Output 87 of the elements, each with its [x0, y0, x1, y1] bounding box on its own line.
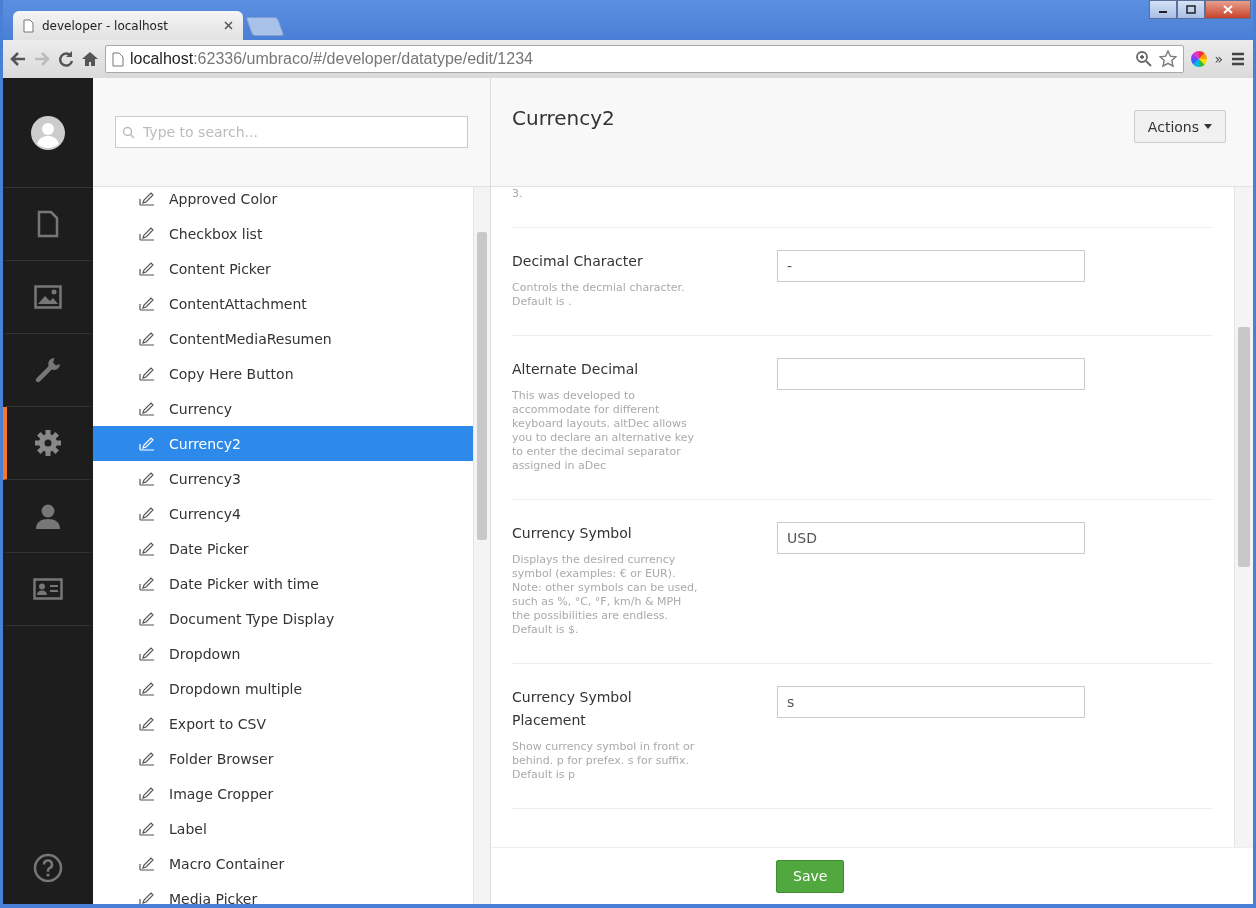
- tree-item[interactable]: Copy Here Button: [93, 356, 473, 391]
- input-field[interactable]: USD: [777, 522, 1085, 554]
- tree-item[interactable]: Macro Container: [93, 846, 473, 881]
- pencil-icon: [139, 576, 155, 591]
- pencil-icon: [139, 331, 155, 346]
- tree-item[interactable]: Currency3: [93, 461, 473, 496]
- pencil-icon: [139, 401, 155, 416]
- zoom-icon[interactable]: [1135, 50, 1154, 68]
- field-description: Show currency symbol in front or behind. p for prefex. s for suffix. Default is p: [512, 740, 696, 782]
- tree-item[interactable]: Date Picker: [93, 531, 473, 566]
- pencil-icon: [139, 366, 155, 381]
- pencil-icon: [139, 821, 155, 836]
- maximize-icon: [1186, 5, 1196, 14]
- pencil-icon: [139, 716, 155, 731]
- tree-item[interactable]: Currency4: [93, 496, 473, 531]
- pencil-icon: [139, 436, 155, 451]
- field-description: Controls the decmial character. Default is .: [512, 281, 686, 309]
- pencil-icon: [139, 891, 155, 904]
- tree-item[interactable]: Document Type Display: [93, 601, 473, 636]
- tree-item[interactable]: Checkbox list: [93, 216, 473, 251]
- tree-item[interactable]: Media Picker: [93, 881, 473, 904]
- image-icon: [34, 285, 62, 309]
- scrollbar[interactable]: [1234, 187, 1253, 847]
- tree-item[interactable]: Folder Browser: [93, 741, 473, 776]
- scrollbar[interactable]: [473, 187, 490, 904]
- minimize-button[interactable]: [1149, 0, 1177, 19]
- tree-item[interactable]: Image Cropper: [93, 776, 473, 811]
- input-field[interactable]: -: [777, 250, 1085, 282]
- tree-item[interactable]: Date Picker with time: [93, 566, 473, 601]
- star-icon[interactable]: [1159, 50, 1178, 68]
- field-label: Currency Symbol Placement: [512, 688, 633, 730]
- pencil-icon: [139, 261, 155, 276]
- search-icon: [122, 126, 135, 139]
- field-label: Currency Symbol: [512, 524, 633, 543]
- color-wheel-icon[interactable]: [1190, 50, 1209, 68]
- field-description: Displays the desired currency symbol (examples: € or EUR). Note: other symbols can be used, such as %, °C, °F, km/h & MPH the possibilities are endless. Default is $.: [512, 553, 699, 637]
- page-title: Currency2: [512, 106, 615, 130]
- page-icon: [23, 18, 34, 33]
- pencil-icon: [139, 226, 155, 241]
- pencil-icon: [139, 611, 155, 626]
- page-icon: [112, 51, 124, 67]
- pencil-icon: [139, 506, 155, 521]
- reload-icon[interactable]: [57, 50, 75, 68]
- close-icon: [1223, 5, 1233, 14]
- extensions-overflow[interactable]: »: [1214, 51, 1223, 67]
- tree-item[interactable]: Label: [93, 811, 473, 846]
- help-icon[interactable]: [33, 852, 63, 883]
- document-icon: [37, 210, 59, 238]
- tree-item[interactable]: Currency: [93, 391, 473, 426]
- search-field[interactable]: Type to search...: [115, 116, 468, 148]
- input-field[interactable]: s: [777, 686, 1085, 718]
- field-label: Decimal Character: [512, 252, 644, 271]
- tree-item[interactable]: Currency2: [93, 426, 473, 461]
- tree-item[interactable]: ContentAttachment: [93, 286, 473, 321]
- tree-item[interactable]: Approved Color: [93, 187, 473, 216]
- tree-item[interactable]: Dropdown multiple: [93, 671, 473, 706]
- pencil-icon: [139, 786, 155, 801]
- tree-item[interactable]: Dropdown: [93, 636, 473, 671]
- tree-item[interactable]: Content Picker: [93, 251, 473, 286]
- close-icon[interactable]: [224, 21, 233, 30]
- tree-item[interactable]: ContentMediaResumen: [93, 321, 473, 356]
- browser-tab[interactable]: developer - localhost: [13, 11, 243, 40]
- field-description: 3.: [512, 187, 523, 200]
- pencil-icon: [139, 471, 155, 486]
- pencil-icon: [139, 751, 155, 766]
- pencil-icon: [139, 191, 155, 206]
- pencil-icon: [139, 681, 155, 696]
- back-icon[interactable]: [9, 50, 27, 68]
- close-button[interactable]: [1205, 0, 1251, 19]
- id-card-icon: [33, 577, 63, 601]
- maximize-button[interactable]: [1177, 0, 1205, 19]
- menu-icon[interactable]: [1229, 50, 1247, 68]
- wrench-icon: [34, 356, 62, 384]
- pencil-icon: [139, 646, 155, 661]
- gear-icon: [34, 429, 62, 457]
- actions-button[interactable]: Actions: [1133, 110, 1226, 143]
- field-label: Alternate Decimal: [512, 360, 640, 379]
- pencil-icon: [139, 856, 155, 871]
- pencil-icon: [139, 296, 155, 311]
- user-icon: [34, 502, 62, 530]
- pencil-icon: [139, 541, 155, 556]
- input-field[interactable]: [777, 358, 1085, 390]
- avatar-icon[interactable]: [31, 115, 65, 150]
- field-description: This was developed to accommodate for different keyboard layouts. altDec allows you to declare an alternative key to enter the decimal separator assigned in aDec: [512, 389, 695, 473]
- home-icon[interactable]: [81, 50, 99, 68]
- caret-icon: [1204, 124, 1212, 129]
- tree-item[interactable]: Export to CSV: [93, 706, 473, 741]
